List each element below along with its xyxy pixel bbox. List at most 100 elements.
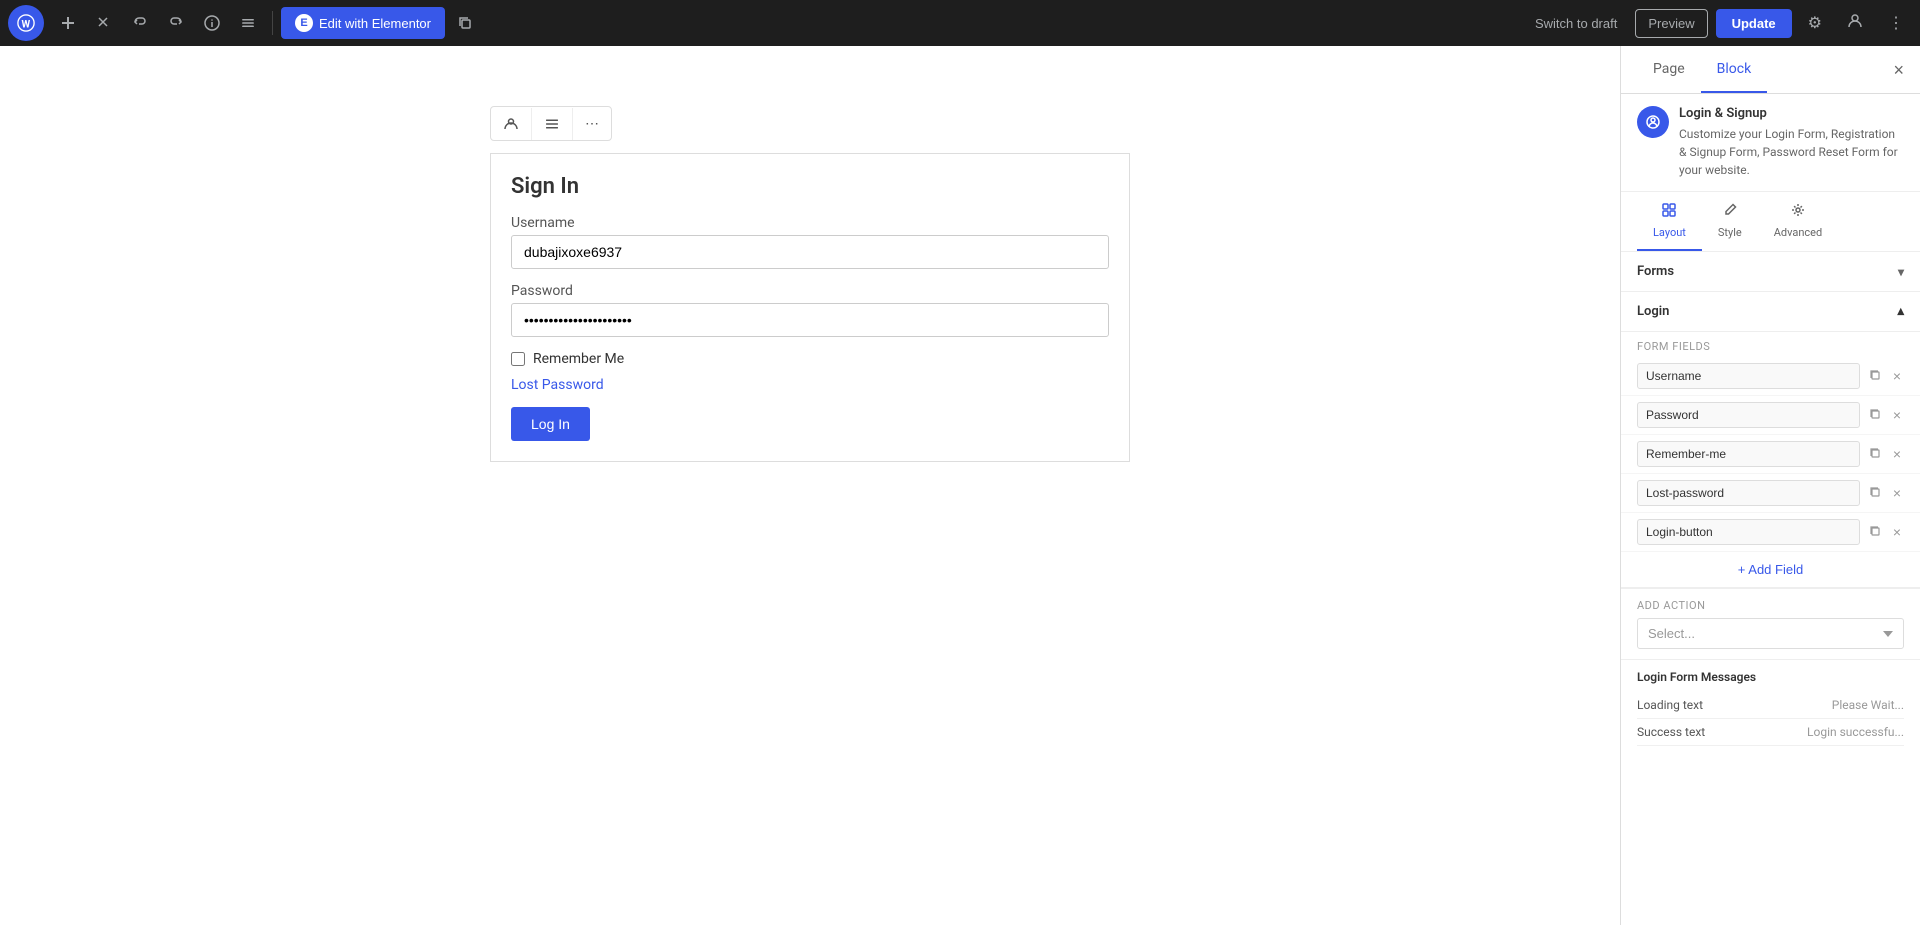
plugin-info-text: Login & Signup Customize your Login Form… [1679,106,1904,179]
style-icon [1722,202,1738,222]
field-row-password: × [1621,396,1920,435]
login-form-messages-section: Login Form Messages Loading text Please … [1621,660,1920,756]
forms-chevron-icon: ▾ [1898,265,1904,279]
block-layout-icon-button[interactable] [532,108,573,140]
plugin-info: Login & Signup Customize your Login Form… [1621,94,1920,192]
field-row-lost-password: × [1621,474,1920,513]
redo-button[interactable] [160,9,192,37]
preview-button[interactable]: Preview [1635,9,1707,38]
layout-icon [1661,202,1677,222]
switch-to-draft-button[interactable]: Switch to draft [1525,10,1627,37]
right-panel: Page Block × Login & Signup Customize yo… [1620,46,1920,925]
editor-area: ⋯ Sign In Username Password Remember Me … [0,46,1620,925]
block-toolbar: ⋯ [490,106,612,141]
field-remember-remove-button[interactable]: × [1890,443,1904,465]
svg-text:W: W [22,20,31,31]
field-login-button-input[interactable] [1637,519,1860,545]
elementor-icon: E [295,14,313,32]
field-username-copy-button[interactable] [1866,365,1884,387]
field-lost-password-input[interactable] [1637,480,1860,506]
undo-button[interactable] [124,9,156,37]
lost-password-link[interactable]: Lost Password [511,377,1109,393]
document-overview-button[interactable] [232,9,264,37]
edit-with-elementor-button[interactable]: E Edit with Elementor [281,7,445,39]
main-toolbar: W E Edit with Elementor Switch to draft … [0,0,1920,46]
login-section-header[interactable]: Login ▴ [1621,292,1920,332]
settings-button[interactable]: ⚙ [1800,7,1830,39]
form-title: Sign In [511,174,1109,199]
login-form: Sign In Username Password Remember Me Lo… [490,153,1130,462]
username-label: Username [511,215,1109,231]
add-field-button[interactable]: + Add Field [1621,552,1920,588]
form-fields-label: Form Fields [1621,332,1920,357]
sub-tab-style[interactable]: Style [1702,192,1758,251]
more-options-button[interactable]: ⋮ [1880,7,1912,39]
info-button[interactable] [196,9,228,37]
plugin-icon [1637,106,1669,138]
add-action-label: Add Action [1637,599,1904,612]
toolbar-right: Switch to draft Preview Update ⚙ ⋮ [1525,6,1912,41]
remember-me-row: Remember Me [511,351,1109,367]
success-text-row: Success text Login successfu... [1637,719,1904,746]
sub-tab-style-label: Style [1718,226,1742,239]
field-row-username: × [1621,357,1920,396]
block-person-icon-button[interactable] [491,108,532,140]
forms-section-label: Forms [1637,264,1674,279]
success-text-label: Success text [1637,725,1705,739]
login-button[interactable]: Log In [511,407,590,441]
field-remember-me-input[interactable] [1637,441,1860,467]
remember-me-checkbox[interactable] [511,352,525,366]
forms-section-header[interactable]: Forms ▾ [1621,252,1920,291]
tab-page[interactable]: Page [1637,47,1701,93]
login-section-label: Login [1637,304,1669,319]
forms-section: Forms ▾ [1621,252,1920,292]
block-more-icon-button[interactable]: ⋯ [573,107,611,140]
field-remember-copy-button[interactable] [1866,443,1884,465]
field-lost-password-copy-button[interactable] [1866,482,1884,504]
field-username-remove-button[interactable]: × [1890,365,1904,387]
add-block-button[interactable] [52,9,84,37]
tab-block[interactable]: Block [1701,47,1768,93]
wp-logo-icon[interactable]: W [8,5,44,41]
field-password-input[interactable] [1637,402,1860,428]
remember-me-label: Remember Me [533,351,624,367]
login-form-messages-title: Login Form Messages [1637,670,1904,684]
field-username-input[interactable] [1637,363,1860,389]
password-input[interactable] [511,303,1109,337]
success-text-value: Login successfu... [1807,725,1904,739]
add-action-section: Add Action Select... [1621,589,1920,660]
loading-text-row: Loading text Please Wait... [1637,692,1904,719]
login-chevron-icon: ▴ [1897,304,1904,319]
action-select[interactable]: Select... [1637,618,1904,649]
username-input[interactable] [511,235,1109,269]
block-wrapper: ⋯ Sign In Username Password Remember Me … [490,106,1130,462]
password-label: Password [511,283,1109,299]
field-password-remove-button[interactable]: × [1890,404,1904,426]
toolbar-divider [272,11,273,35]
plugin-title: Login & Signup [1679,106,1904,121]
advanced-icon [1790,202,1806,222]
plugin-description: Customize your Login Form, Registration … [1679,125,1904,179]
field-password-copy-button[interactable] [1866,404,1884,426]
sub-tab-layout-label: Layout [1653,226,1686,239]
sub-tab-advanced-label: Advanced [1774,226,1822,239]
field-row-remember-me: × [1621,435,1920,474]
sub-tab-layout[interactable]: Layout [1637,192,1702,251]
field-login-button-remove-button[interactable]: × [1890,521,1904,543]
panel-close-button[interactable]: × [1893,61,1904,79]
user-button[interactable] [1838,6,1872,41]
panel-header: Page Block × [1621,46,1920,94]
field-login-button-copy-button[interactable] [1866,521,1884,543]
panel-content: Forms ▾ Login ▴ Form Fields × [1621,252,1920,925]
copy-button[interactable] [449,9,481,37]
login-section: Login ▴ Form Fields × × [1621,292,1920,589]
field-row-login-button: × [1621,513,1920,552]
tools-button[interactable] [88,9,120,37]
sub-tab-advanced[interactable]: Advanced [1758,192,1838,251]
loading-text-value: Please Wait... [1832,698,1904,712]
field-lost-password-remove-button[interactable]: × [1890,482,1904,504]
update-button[interactable]: Update [1716,9,1792,38]
edit-elementor-label: Edit with Elementor [319,16,431,31]
main-layout: ⋯ Sign In Username Password Remember Me … [0,46,1920,925]
sub-tabs: Layout Style Advanced [1621,192,1920,252]
